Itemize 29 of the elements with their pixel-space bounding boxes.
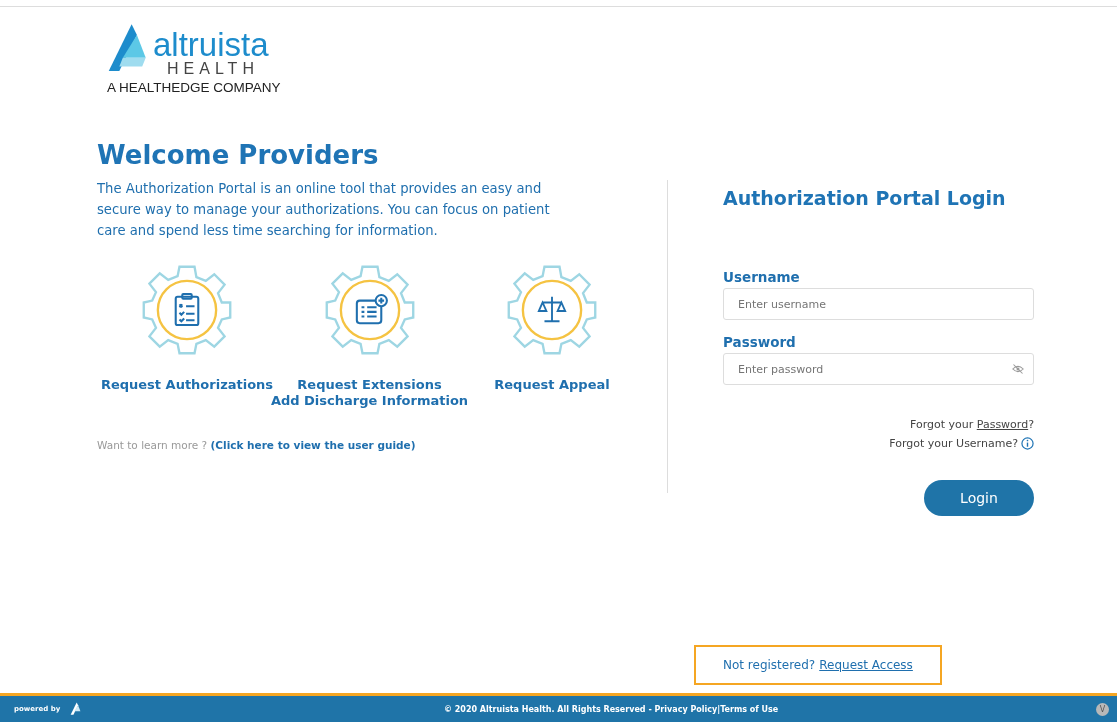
forgot-username-text[interactable]: Forgot your Username?: [889, 437, 1018, 450]
feature-link[interactable]: Request Appeal: [494, 377, 610, 393]
username-field[interactable]: Enter username: [723, 288, 1034, 320]
feature-link[interactable]: Request Authorizations: [100, 377, 274, 393]
copyright-text: © 2020 Altruista Health. All Rights Reserved - Privacy Policy|Terms of Use: [444, 704, 780, 714]
intro-paragraph: The Authorization Portal is an online tool that provides an easy and secure way to manage your authorizations. You can focus on patient care and spend less time searching for information.: [97, 180, 551, 240]
logo-subtitle: HEALTH: [167, 60, 260, 77]
logo-tagline: A HEALTHEDGE COMPANY: [107, 80, 281, 95]
username-label: Username: [723, 269, 800, 285]
password-label: Password: [723, 334, 796, 350]
logo-wordmark: altruista: [153, 30, 269, 60]
info-icon[interactable]: [1021, 437, 1034, 450]
request-access-link[interactable]: Request Access: [819, 658, 913, 672]
version-badge[interactable]: V: [1096, 702, 1109, 716]
password-link[interactable]: Password: [976, 418, 1029, 431]
password-field[interactable]: Enter password: [723, 353, 1034, 385]
privacy-policy-link[interactable]: Privacy Policy: [654, 704, 718, 714]
eye-slash-icon[interactable]: [1012, 363, 1024, 375]
not-registered-text: Not registered?: [723, 658, 816, 672]
learn-more-text: Want to learn more ? (Click here to view the user guide): [97, 439, 417, 451]
forgot-password-text: Forgot your Password?: [909, 418, 1034, 431]
login-button[interactable]: Login: [924, 480, 1034, 516]
login-heading: Authorization Portal Login: [723, 187, 1007, 209]
scales-gear-icon[interactable]: [505, 263, 599, 357]
welcome-heading: Welcome Providers: [97, 140, 380, 170]
clipboard-gear-icon[interactable]: [140, 263, 234, 357]
terms-link[interactable]: Terms of Use: [720, 704, 779, 714]
user-guide-link[interactable]: (Click here to view the user guide): [210, 439, 416, 451]
logo-icon: [70, 702, 83, 716]
